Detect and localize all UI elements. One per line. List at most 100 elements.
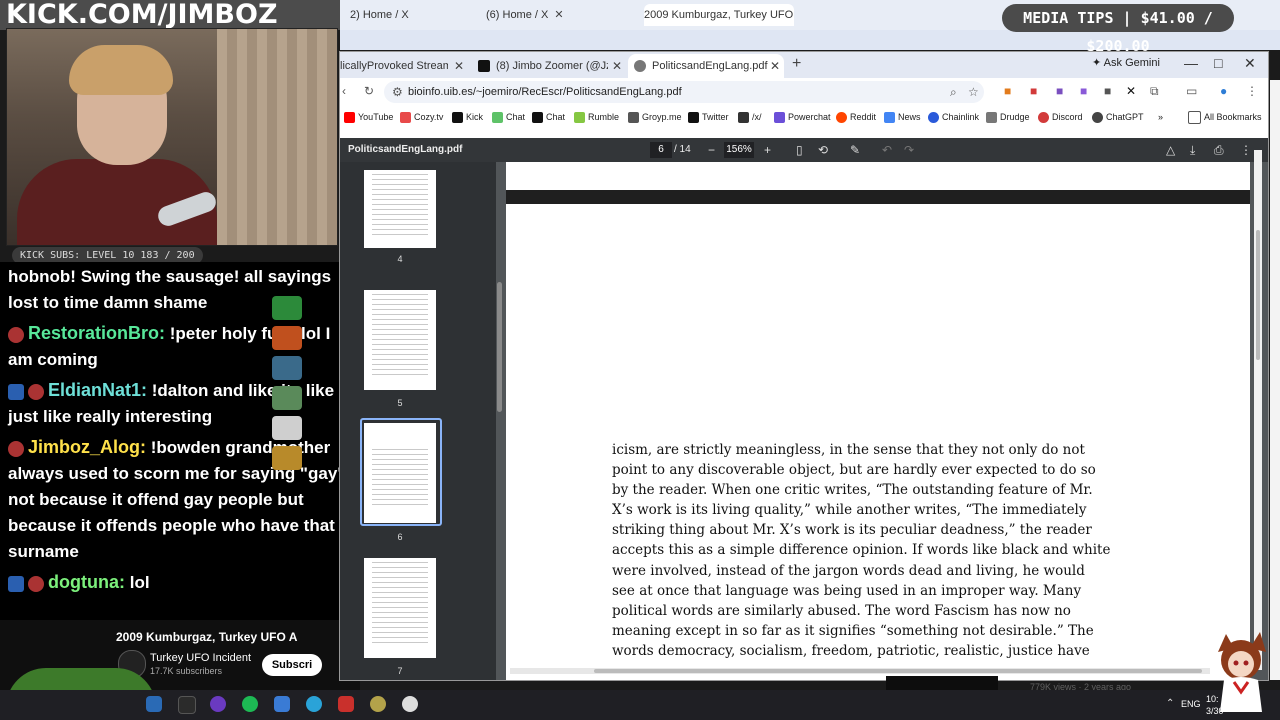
- bookmark-chainlink[interactable]: Chainlink: [928, 109, 979, 125]
- annotate-icon[interactable]: ✎: [850, 138, 860, 162]
- minimize-icon[interactable]: —: [1184, 55, 1198, 71]
- chat-message: RestorationBro: !peter holy fuck lol I a…: [0, 318, 360, 375]
- chat-username[interactable]: dogtuna:: [48, 572, 125, 592]
- emote-icon: [272, 416, 302, 440]
- chat-text: lol: [129, 573, 150, 592]
- tray-chevron-icon[interactable]: ⌃: [1166, 698, 1174, 709]
- extension-icon[interactable]: ■: [1104, 84, 1111, 98]
- bookmark-cozy[interactable]: Cozy.tv: [400, 109, 443, 125]
- bookmark-star-icon[interactable]: ☆: [968, 85, 979, 99]
- omnibox[interactable]: ⚙ bioinfo.uib.es/~joemiro/RecEscr/Politi…: [384, 81, 984, 103]
- tab-twitter[interactable]: (8) Jimbo Zoomer (@JzeViewin✕: [472, 54, 626, 78]
- close-icon[interactable]: ✕: [554, 9, 563, 21]
- more-bookmarks-chevron-icon[interactable]: »: [1158, 109, 1163, 125]
- channel-name[interactable]: Turkey UFO Incident: [150, 652, 251, 664]
- bookmark-chat[interactable]: Chat: [492, 109, 525, 125]
- terminal-icon[interactable]: [178, 696, 196, 714]
- browser-icon[interactable]: [306, 696, 322, 712]
- menu-icon[interactable]: ⋮: [1246, 84, 1258, 98]
- bookmark-youtube[interactable]: YouTube: [344, 109, 393, 125]
- bookmark-rumble[interactable]: Rumble: [574, 109, 619, 125]
- extension-icon[interactable]: ■: [1056, 84, 1063, 98]
- badge-icon: [28, 383, 44, 400]
- bookmark-chatgpt[interactable]: ChatGPT: [1092, 109, 1144, 125]
- page-text: icism, are strictly meaningless, in the …: [612, 440, 1118, 661]
- page-scrollbar[interactable]: [1270, 80, 1280, 680]
- bookmark-chat-kick[interactable]: Chat: [532, 109, 565, 125]
- extension-icon[interactable]: ■: [1080, 84, 1087, 98]
- close-icon[interactable]: ✕: [612, 54, 622, 78]
- zoom-out-icon[interactable]: −: [708, 138, 715, 162]
- chat-username[interactable]: Jimboz_Alog:: [28, 437, 146, 457]
- page-thumbnail-current[interactable]: [364, 423, 436, 523]
- explorer-icon[interactable]: [274, 696, 290, 712]
- x-extension-icon[interactable]: ✕: [1126, 84, 1136, 98]
- fit-page-icon[interactable]: ▯: [796, 138, 803, 162]
- close-icon[interactable]: ✕: [770, 54, 780, 78]
- tab-stream[interactable]: licallyProvoked Stream - W✕: [340, 54, 470, 78]
- bookmark-twitter[interactable]: Twitter: [688, 109, 729, 125]
- redo-icon[interactable]: ↷: [904, 138, 914, 162]
- app-icon[interactable]: [338, 696, 354, 712]
- profile-avatar[interactable]: ●: [1220, 84, 1227, 98]
- spotify-icon[interactable]: [242, 696, 258, 712]
- language-indicator[interactable]: ENG: [1181, 699, 1201, 709]
- bookmark-drudge[interactable]: Drudge: [986, 109, 1030, 125]
- zoom-input[interactable]: 156%: [724, 142, 754, 158]
- news-icon: [884, 112, 895, 124]
- undo-icon[interactable]: ↶: [882, 138, 892, 162]
- address-bar-row: ‹ ↻ ⚙ bioinfo.uib.es/~joemiro/RecEscr/Po…: [340, 78, 1268, 106]
- bookmark-x-board[interactable]: /x/: [738, 109, 762, 125]
- pdf-vertical-scrollbar[interactable]: [1254, 150, 1262, 670]
- new-tab-button[interactable]: +: [792, 55, 801, 73]
- extension-icon[interactable]: ■: [1004, 84, 1011, 98]
- extension-icon[interactable]: ■: [1030, 84, 1037, 98]
- background-tab[interactable]: 2) Home / X: [350, 4, 450, 26]
- more-icon[interactable]: ⋮: [1240, 138, 1252, 162]
- pdf-page: icism, are strictly meaningless, in the …: [506, 204, 1250, 680]
- page-thumbnail[interactable]: [364, 170, 436, 248]
- bookmark-groyp[interactable]: Groyp.me: [628, 109, 682, 125]
- mascot-character: [1218, 632, 1266, 712]
- video-title[interactable]: 2009 Kumburgaz, Turkey UFO A: [116, 630, 297, 644]
- chat-username[interactable]: RestorationBro:: [28, 323, 165, 343]
- app-icon[interactable]: [402, 696, 418, 712]
- rotate-icon[interactable]: ⟲: [818, 138, 828, 162]
- search-icon[interactable]: ⌕: [950, 85, 957, 100]
- puzzle-icon[interactable]: ⧉: [1150, 84, 1159, 99]
- close-icon[interactable]: ✕: [454, 54, 464, 78]
- tab-pdf[interactable]: PoliticsandEngLang.pdf ✕: [628, 54, 784, 78]
- background-tab[interactable]: (6) Home / X ✕: [486, 4, 636, 26]
- bookmark-kick[interactable]: Kick: [452, 109, 483, 125]
- app-icon[interactable]: [370, 696, 386, 712]
- pdf-scroll-thumb[interactable]: [1256, 230, 1260, 360]
- site-info-icon[interactable]: ⚙: [392, 85, 403, 99]
- background-tab[interactable]: 2009 Kumburgaz, Turkey UFO /: [644, 4, 794, 26]
- chat-username[interactable]: EldianNat1:: [48, 380, 147, 400]
- sidepanel-icon[interactable]: ▭: [1186, 84, 1197, 98]
- bookmark-news[interactable]: News: [884, 109, 921, 125]
- download-icon[interactable]: ⤓: [1190, 138, 1195, 162]
- print-icon[interactable]: ⎙: [1214, 138, 1224, 162]
- bookmark-reddit[interactable]: Reddit: [836, 109, 876, 125]
- bookmark-powerchat[interactable]: Powerchat: [774, 109, 831, 125]
- maximize-icon[interactable]: □: [1214, 55, 1222, 71]
- pdf-hscroll-thumb[interactable]: [594, 669, 1202, 673]
- drive-icon[interactable]: △: [1166, 138, 1175, 162]
- bookmark-discord[interactable]: Discord: [1038, 109, 1083, 125]
- page-number-input[interactable]: 6: [650, 142, 672, 158]
- page-thumbnail[interactable]: [364, 558, 436, 658]
- back-icon[interactable]: ‹: [342, 84, 346, 98]
- url-text[interactable]: bioinfo.uib.es/~joemiro/RecEscr/Politics…: [408, 81, 682, 103]
- all-bookmarks[interactable]: All Bookmarks: [1188, 109, 1262, 125]
- subscribe-button[interactable]: Subscri: [262, 654, 322, 676]
- steam-icon[interactable]: [146, 696, 162, 712]
- zoom-in-icon[interactable]: +: [764, 138, 771, 162]
- page-thumbnail[interactable]: [364, 290, 436, 390]
- ask-gemini-button[interactable]: ✦ Ask Gemini: [1092, 56, 1160, 69]
- obs-icon[interactable]: [210, 696, 226, 712]
- close-window-icon[interactable]: ✕: [1244, 55, 1256, 72]
- reload-icon[interactable]: ↻: [364, 84, 374, 98]
- chainlink-icon: [928, 112, 939, 124]
- badge-icon: [28, 575, 44, 592]
